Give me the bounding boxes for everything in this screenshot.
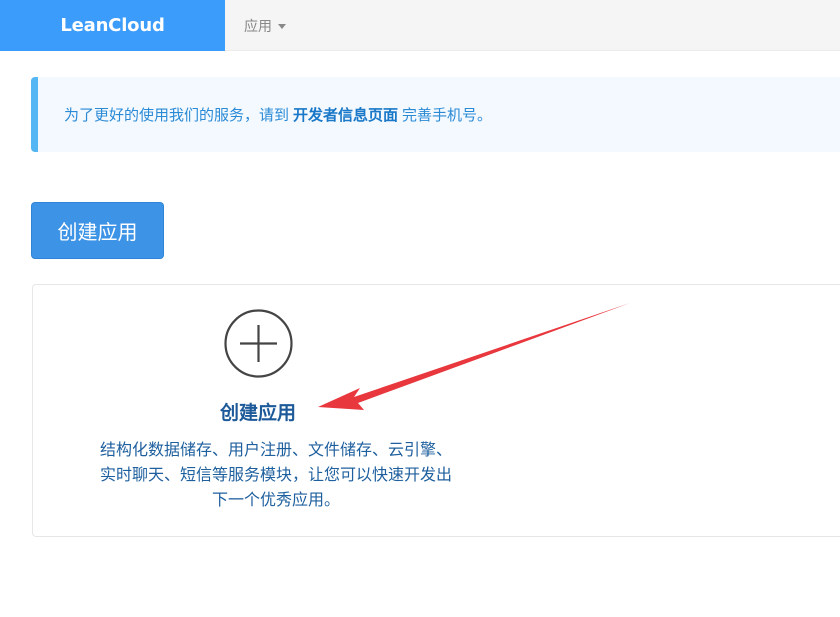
- notice-text-before: 为了更好的使用我们的服务，请到: [64, 106, 290, 124]
- developer-info-link[interactable]: 开发者信息页面: [293, 104, 398, 125]
- plus-circle-icon[interactable]: [223, 308, 294, 379]
- card-description-line: 结构化数据储存、用户注册、文件储存、云引擎、: [99, 440, 452, 459]
- caret-down-icon: [278, 24, 286, 29]
- create-app-button-label: 创建应用: [57, 220, 138, 244]
- top-navbar: LeanCloud 应用: [0, 0, 840, 51]
- nav-apps-dropdown[interactable]: 应用: [244, 0, 286, 51]
- nav-apps-label: 应用: [244, 18, 272, 35]
- card-description: 结构化数据储存、用户注册、文件储存、云引擎、 实时聊天、短信等服务模块，让您可以…: [51, 437, 501, 512]
- notice-text-after: 完善手机号。: [402, 106, 493, 124]
- brand-name: LeanCloud: [60, 15, 165, 36]
- card-description-line: 实时聊天、短信等服务模块，让您可以快速开发出: [99, 465, 452, 484]
- card-title[interactable]: 创建应用: [173, 398, 343, 425]
- create-app-button[interactable]: 创建应用: [31, 202, 164, 259]
- card-description-line: 下一个优秀应用。: [211, 490, 340, 509]
- create-app-card: 创建应用 结构化数据储存、用户注册、文件储存、云引擎、 实时聊天、短信等服务模块…: [32, 284, 840, 537]
- brand-logo[interactable]: LeanCloud: [0, 0, 225, 51]
- phone-notice-banner: 为了更好的使用我们的服务，请到 开发者信息页面 完善手机号。: [31, 77, 840, 152]
